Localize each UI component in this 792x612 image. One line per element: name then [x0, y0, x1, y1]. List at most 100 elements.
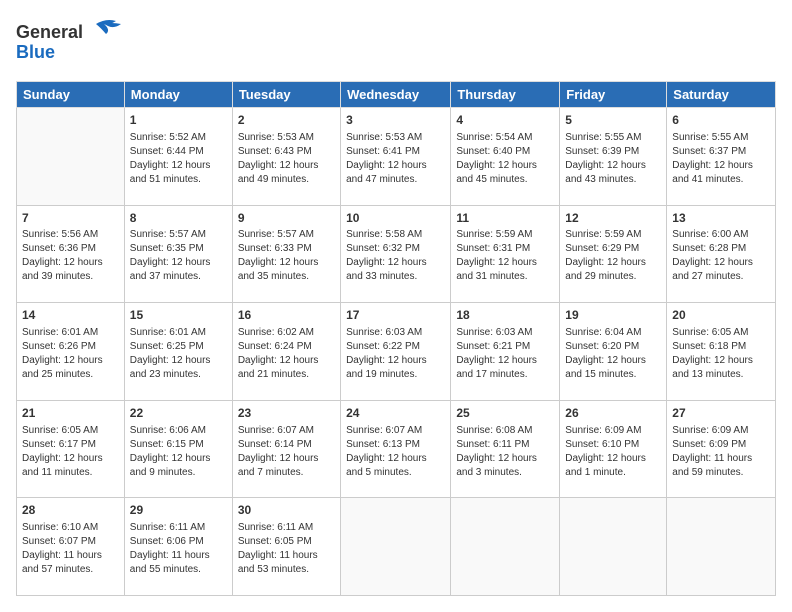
- day-number: 20: [672, 307, 770, 324]
- day-info: and 47 minutes.: [346, 173, 445, 187]
- day-number: 11: [456, 210, 554, 227]
- day-info: Daylight: 12 hours: [238, 452, 335, 466]
- day-info: Daylight: 12 hours: [346, 256, 445, 270]
- day-info: Sunset: 6:21 PM: [456, 340, 554, 354]
- day-info: Sunrise: 6:05 AM: [22, 424, 119, 438]
- day-info: Sunset: 6:44 PM: [130, 145, 227, 159]
- day-info: and 39 minutes.: [22, 270, 119, 284]
- day-info: Sunset: 6:18 PM: [672, 340, 770, 354]
- day-info: Sunset: 6:28 PM: [672, 242, 770, 256]
- day-info: Daylight: 11 hours: [672, 452, 770, 466]
- day-info: and 33 minutes.: [346, 270, 445, 284]
- day-number: 27: [672, 405, 770, 422]
- day-info: Sunrise: 5:52 AM: [130, 131, 227, 145]
- day-info: and 17 minutes.: [456, 368, 554, 382]
- day-info: Daylight: 12 hours: [565, 452, 661, 466]
- day-info: and 25 minutes.: [22, 368, 119, 382]
- day-number: 3: [346, 112, 445, 129]
- col-header-tuesday: Tuesday: [232, 82, 340, 108]
- day-info: and 55 minutes.: [130, 563, 227, 577]
- calendar-cell: 10Sunrise: 5:58 AMSunset: 6:32 PMDayligh…: [341, 205, 451, 303]
- day-number: 29: [130, 502, 227, 519]
- day-info: Sunset: 6:39 PM: [565, 145, 661, 159]
- day-number: 19: [565, 307, 661, 324]
- day-info: Daylight: 12 hours: [346, 159, 445, 173]
- day-info: Sunrise: 5:53 AM: [238, 131, 335, 145]
- calendar-cell: 7Sunrise: 5:56 AMSunset: 6:36 PMDaylight…: [17, 205, 125, 303]
- day-info: and 43 minutes.: [565, 173, 661, 187]
- day-info: and 3 minutes.: [456, 466, 554, 480]
- day-number: 6: [672, 112, 770, 129]
- day-info: Sunrise: 6:02 AM: [238, 326, 335, 340]
- day-info: Sunrise: 6:03 AM: [346, 326, 445, 340]
- day-number: 30: [238, 502, 335, 519]
- day-info: Sunset: 6:09 PM: [672, 438, 770, 452]
- day-info: Sunset: 6:32 PM: [346, 242, 445, 256]
- calendar-cell: 14Sunrise: 6:01 AMSunset: 6:26 PMDayligh…: [17, 303, 125, 401]
- day-number: 28: [22, 502, 119, 519]
- calendar-cell: 24Sunrise: 6:07 AMSunset: 6:13 PMDayligh…: [341, 400, 451, 498]
- day-info: Sunrise: 6:00 AM: [672, 228, 770, 242]
- calendar-cell: 28Sunrise: 6:10 AMSunset: 6:07 PMDayligh…: [17, 498, 125, 596]
- day-info: Daylight: 12 hours: [22, 452, 119, 466]
- col-header-thursday: Thursday: [451, 82, 560, 108]
- day-info: and 9 minutes.: [130, 466, 227, 480]
- day-info: Daylight: 12 hours: [456, 452, 554, 466]
- day-info: Sunrise: 5:55 AM: [565, 131, 661, 145]
- day-number: 14: [22, 307, 119, 324]
- day-info: Sunset: 6:24 PM: [238, 340, 335, 354]
- day-info: and 5 minutes.: [346, 466, 445, 480]
- day-info: Sunset: 6:17 PM: [22, 438, 119, 452]
- day-number: 4: [456, 112, 554, 129]
- calendar-cell: 6Sunrise: 5:55 AMSunset: 6:37 PMDaylight…: [667, 108, 776, 206]
- day-number: 22: [130, 405, 227, 422]
- calendar-cell: [341, 498, 451, 596]
- day-info: and 45 minutes.: [456, 173, 554, 187]
- day-info: Daylight: 11 hours: [22, 549, 119, 563]
- day-number: 8: [130, 210, 227, 227]
- calendar-cell: 30Sunrise: 6:11 AMSunset: 6:05 PMDayligh…: [232, 498, 340, 596]
- day-info: Sunrise: 6:07 AM: [346, 424, 445, 438]
- day-info: Sunset: 6:05 PM: [238, 535, 335, 549]
- day-info: Sunrise: 6:07 AM: [238, 424, 335, 438]
- day-info: Daylight: 12 hours: [565, 354, 661, 368]
- day-info: Sunrise: 5:53 AM: [346, 131, 445, 145]
- day-info: Daylight: 12 hours: [130, 256, 227, 270]
- day-info: Sunrise: 6:11 AM: [130, 521, 227, 535]
- calendar-cell: 9Sunrise: 5:57 AMSunset: 6:33 PMDaylight…: [232, 205, 340, 303]
- day-info: Sunset: 6:43 PM: [238, 145, 335, 159]
- calendar-cell: [667, 498, 776, 596]
- logo-text: General Blue: [16, 16, 126, 71]
- day-info: Daylight: 12 hours: [130, 452, 227, 466]
- day-number: 23: [238, 405, 335, 422]
- calendar-table: SundayMondayTuesdayWednesdayThursdayFrid…: [16, 81, 776, 596]
- day-info: Sunrise: 6:09 AM: [672, 424, 770, 438]
- day-info: and 19 minutes.: [346, 368, 445, 382]
- day-info: Daylight: 12 hours: [672, 159, 770, 173]
- day-info: Sunset: 6:31 PM: [456, 242, 554, 256]
- calendar-cell: 4Sunrise: 5:54 AMSunset: 6:40 PMDaylight…: [451, 108, 560, 206]
- day-info: Sunrise: 6:01 AM: [130, 326, 227, 340]
- calendar-cell: 19Sunrise: 6:04 AMSunset: 6:20 PMDayligh…: [560, 303, 667, 401]
- day-info: Sunrise: 5:58 AM: [346, 228, 445, 242]
- col-header-saturday: Saturday: [667, 82, 776, 108]
- day-info: Sunrise: 5:59 AM: [456, 228, 554, 242]
- calendar-cell: 12Sunrise: 5:59 AMSunset: 6:29 PMDayligh…: [560, 205, 667, 303]
- day-info: Sunset: 6:37 PM: [672, 145, 770, 159]
- day-info: and 11 minutes.: [22, 466, 119, 480]
- day-number: 21: [22, 405, 119, 422]
- day-info: and 31 minutes.: [456, 270, 554, 284]
- calendar-cell: 18Sunrise: 6:03 AMSunset: 6:21 PMDayligh…: [451, 303, 560, 401]
- day-info: and 13 minutes.: [672, 368, 770, 382]
- day-info: Daylight: 12 hours: [565, 159, 661, 173]
- calendar-cell: 26Sunrise: 6:09 AMSunset: 6:10 PMDayligh…: [560, 400, 667, 498]
- day-info: and 23 minutes.: [130, 368, 227, 382]
- col-header-wednesday: Wednesday: [341, 82, 451, 108]
- calendar-cell: [560, 498, 667, 596]
- day-info: Sunrise: 6:04 AM: [565, 326, 661, 340]
- day-info: Daylight: 12 hours: [672, 256, 770, 270]
- day-info: and 53 minutes.: [238, 563, 335, 577]
- calendar-cell: 17Sunrise: 6:03 AMSunset: 6:22 PMDayligh…: [341, 303, 451, 401]
- day-number: 2: [238, 112, 335, 129]
- day-info: and 37 minutes.: [130, 270, 227, 284]
